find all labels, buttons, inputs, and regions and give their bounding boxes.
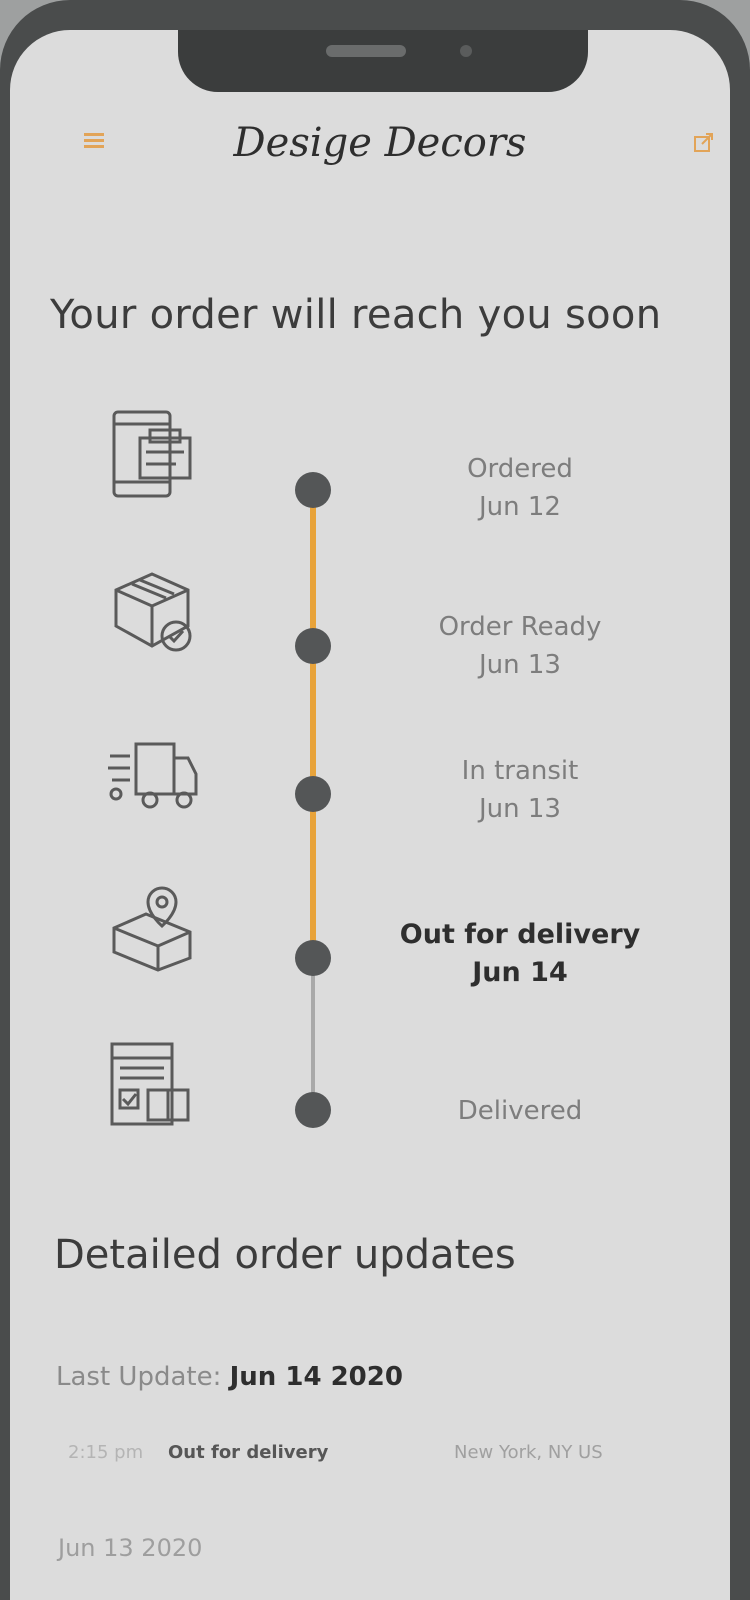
delivered-icon <box>106 1036 202 1132</box>
out-for-delivery-icon <box>106 878 202 974</box>
step-title: In transit <box>461 756 579 786</box>
timeline-progress-line <box>310 490 316 960</box>
update-time: 2:15 pm <box>68 1442 144 1463</box>
in-transit-truck-icon <box>106 722 202 818</box>
update-location: New York, NY US <box>454 1442 603 1463</box>
step-out-for-delivery-label: Out for delivery Jun 14 <box>380 916 660 992</box>
front-camera <box>460 45 472 57</box>
timeline-pending-line <box>311 960 315 1110</box>
step-title: Order Ready <box>438 612 602 642</box>
ordered-icon <box>106 408 202 504</box>
timeline-dot-order-ready <box>295 628 331 664</box>
step-in-transit-label: In transit Jun 13 <box>380 752 660 828</box>
step-date: Jun 13 <box>479 794 561 824</box>
step-date: Jun 14 <box>472 957 568 988</box>
step-delivered-label: Delivered <box>380 1092 660 1130</box>
timeline-dot-delivered <box>295 1092 331 1128</box>
step-date: Jun 13 <box>479 650 561 680</box>
speaker-grille <box>326 45 406 57</box>
last-update-line: Last Update: Jun 14 2020 <box>56 1362 403 1392</box>
step-title: Out for delivery <box>399 919 641 950</box>
previous-update-date: Jun 13 2020 <box>58 1534 203 1562</box>
step-title: Delivered <box>457 1096 583 1126</box>
last-update-label: Last Update: <box>56 1362 222 1392</box>
phone-frame: Desige Decors Your order will reach you … <box>0 0 750 1600</box>
page-title: Your order will reach you soon <box>50 292 662 338</box>
app-screen: Desige Decors Your order will reach you … <box>10 30 730 1600</box>
step-order-ready-label: Order Ready Jun 13 <box>380 608 660 684</box>
brand-logo: Desige Decors <box>233 120 527 166</box>
detailed-updates-title: Detailed order updates <box>54 1232 516 1278</box>
update-status: Out for delivery <box>168 1442 329 1463</box>
update-entry: 2:15 pm Out for delivery New York, NY US <box>68 1442 708 1472</box>
timeline-dot-in-transit <box>295 776 331 812</box>
timeline-dot-ordered <box>295 472 331 508</box>
step-date: Jun 12 <box>479 492 561 522</box>
timeline-dot-out-for-delivery <box>295 940 331 976</box>
last-update-value: Jun 14 2020 <box>229 1362 403 1392</box>
hamburger-menu-icon[interactable] <box>84 130 104 150</box>
share-icon[interactable] <box>692 130 716 154</box>
step-ordered-label: Ordered Jun 12 <box>380 450 660 526</box>
phone-notch <box>178 30 588 92</box>
order-ready-box-icon <box>106 566 202 662</box>
step-title: Ordered <box>467 454 573 484</box>
